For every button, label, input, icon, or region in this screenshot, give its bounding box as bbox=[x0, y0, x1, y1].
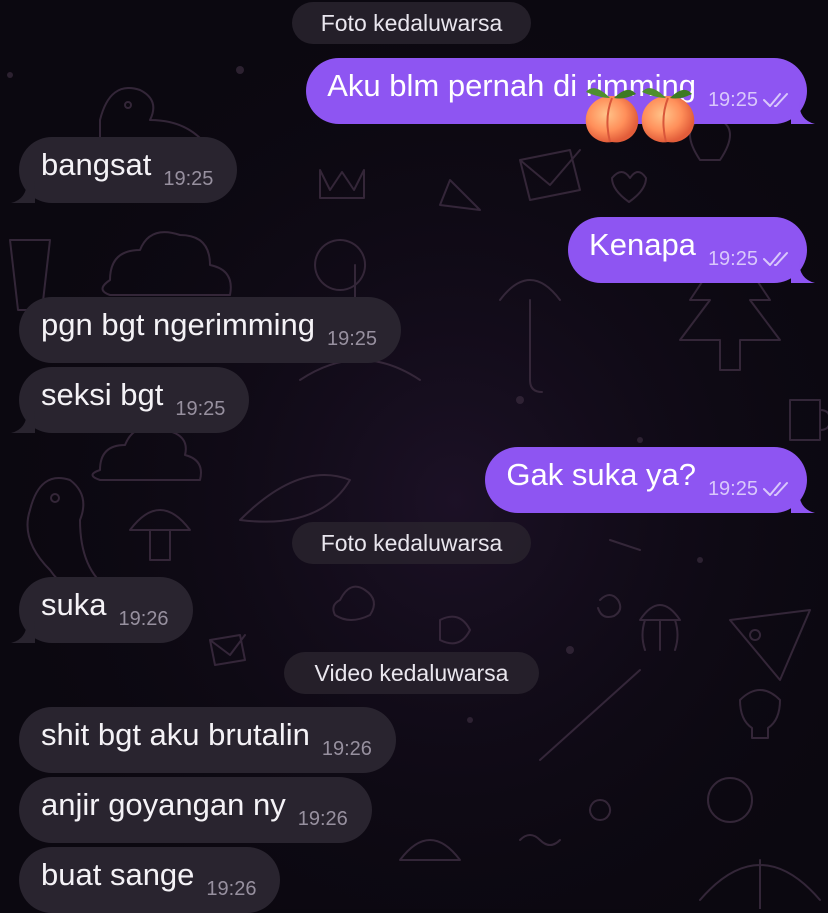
double-check-icon bbox=[763, 93, 788, 107]
message-time: 19:25 bbox=[707, 88, 758, 111]
message-text: anjir goyangan ny bbox=[41, 787, 286, 822]
message-text: suka bbox=[41, 587, 107, 622]
bubble-tail bbox=[11, 411, 35, 433]
bubble-tail bbox=[11, 621, 35, 643]
message-text: shit bgt aku brutalin bbox=[41, 717, 310, 752]
message-text: Gak suka ya? bbox=[506, 457, 696, 492]
message-time: 19:26 bbox=[297, 807, 348, 830]
service-message-video-expired: Video kedaluwarsa bbox=[284, 652, 539, 694]
message-bubble-outgoing[interactable]: Kenapa 19:25 bbox=[568, 217, 815, 283]
service-message-photo-expired: Foto kedaluwarsa bbox=[292, 522, 531, 564]
message-time: 19:25 bbox=[707, 247, 758, 270]
message-time: 19:25 bbox=[175, 397, 226, 420]
message-bubble-incoming[interactable]: anjir goyangan ny 19:26 bbox=[19, 777, 372, 843]
peach-icon bbox=[585, 88, 639, 143]
bubble-tail bbox=[791, 102, 815, 124]
message-text: pgn bgt ngerimming bbox=[41, 307, 315, 342]
message-time: 19:26 bbox=[206, 877, 257, 900]
message-bubble-incoming[interactable]: pgn bgt ngerimming 19:25 bbox=[19, 297, 402, 363]
double-check-icon bbox=[763, 252, 788, 266]
bubble-tail bbox=[791, 491, 815, 513]
bubble-tail bbox=[791, 261, 815, 283]
service-message-photo-expired: Foto kedaluwarsa bbox=[292, 2, 531, 44]
message-bubble-incoming[interactable]: bangsat 19:25 bbox=[11, 137, 238, 203]
message-text: buat sange bbox=[41, 857, 195, 892]
message-bubble-outgoing[interactable]: Aku blm pernah di rimming 19:25 bbox=[306, 58, 815, 124]
message-bubble-incoming[interactable]: suka 19:26 bbox=[11, 577, 193, 643]
bubble-tail bbox=[11, 181, 35, 203]
message-text: bangsat bbox=[41, 147, 152, 182]
message-text: seksi bgt bbox=[41, 377, 164, 412]
message-time: 19:26 bbox=[118, 607, 169, 630]
message-time: 19:26 bbox=[321, 737, 372, 760]
peach-icon bbox=[641, 88, 695, 143]
message-bubble-incoming[interactable]: buat sange 19:26 bbox=[19, 847, 281, 913]
message-time: 19:25 bbox=[327, 327, 378, 350]
message-text: Kenapa bbox=[589, 227, 696, 262]
message-bubble-incoming[interactable]: seksi bgt 19:25 bbox=[11, 367, 250, 433]
message-time: 19:25 bbox=[707, 477, 758, 500]
message-bubble-incoming[interactable]: shit bgt aku brutalin 19:26 bbox=[19, 707, 396, 773]
message-time: 19:25 bbox=[163, 167, 214, 190]
message-bubble-outgoing[interactable]: Gak suka ya? 19:25 bbox=[485, 447, 815, 513]
double-check-icon bbox=[763, 482, 788, 496]
